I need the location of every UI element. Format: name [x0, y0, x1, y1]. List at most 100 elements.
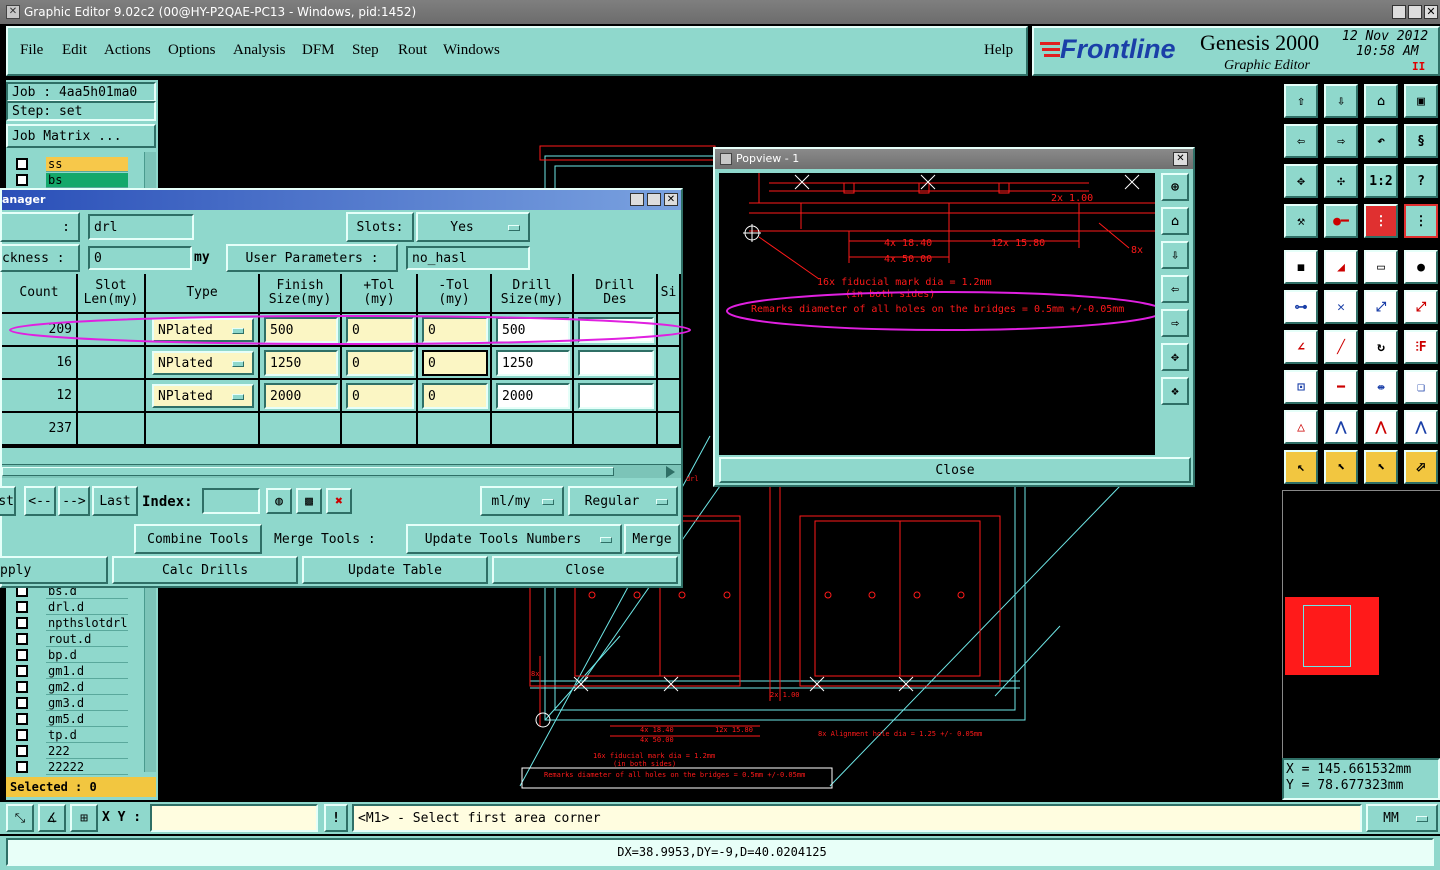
window-titlebar[interactable]: ✕ Graphic Editor 9.02c2 (00@HY-P2QAE-PC1… — [0, 0, 1440, 24]
user-parameters-button[interactable]: User Parameters : — [226, 244, 398, 272]
redraw-icon[interactable]: § — [1404, 124, 1438, 158]
pan-right-icon[interactable]: ⇨ — [1161, 309, 1189, 337]
window-icon[interactable]: ▣ — [1404, 84, 1438, 118]
user-parameters-field[interactable]: no_hasl — [406, 246, 530, 270]
manager-titlebar[interactable]: anager ✕ — [2, 190, 681, 210]
snap-red-icon[interactable]: ⋮ — [1364, 204, 1398, 238]
popview-canvas[interactable]: 4x 18.40 12x 15.80 4x 50.00 2x 1.00 8x 1… — [719, 173, 1155, 455]
move-right-icon[interactable]: ⇨ — [1324, 124, 1358, 158]
units-dropdown[interactable]: ml/my — [480, 486, 564, 516]
index-field[interactable] — [202, 488, 260, 514]
undo-view-icon[interactable]: ↶ — [1364, 124, 1398, 158]
help-icon[interactable]: ? — [1404, 164, 1438, 198]
select-net-icon[interactable]: ⬀ — [1404, 450, 1438, 484]
popview-close-button[interactable]: Close — [719, 457, 1191, 483]
plus-tol-input[interactable]: 0 — [346, 383, 414, 409]
line-icon[interactable]: ◢ — [1324, 250, 1358, 284]
net-icon[interactable]: ⊶ — [1284, 290, 1318, 324]
dimension-icon[interactable]: ⇹ — [1364, 370, 1398, 404]
connect-red-icon[interactable]: ⤢ — [1404, 290, 1438, 324]
menu-step[interactable]: Step — [352, 42, 379, 59]
layer-name-field[interactable]: drl — [88, 214, 194, 240]
menu-actions[interactable]: Actions — [104, 42, 151, 59]
minimize-icon[interactable] — [630, 193, 644, 206]
combine-tools-button[interactable]: Combine Tools — [134, 524, 262, 554]
fill-icon[interactable]: ⫶F — [1404, 330, 1438, 364]
move-left-icon[interactable]: ⇦ — [1284, 124, 1318, 158]
menu-dfm[interactable]: DFM — [302, 42, 335, 59]
drill-des-input[interactable] — [578, 383, 654, 409]
snap-white-icon[interactable]: ⋮ — [1404, 204, 1438, 238]
menu-options[interactable]: Options — [168, 42, 216, 59]
drill-size-input[interactable]: 2000 — [496, 383, 570, 409]
table-horizontal-scrollbar[interactable] — [2, 464, 681, 478]
probe-icon[interactable]: ●━ — [1324, 204, 1358, 238]
drill-size-input[interactable]: 1250 — [496, 350, 570, 376]
dot-icon[interactable]: ● — [1404, 250, 1438, 284]
select-add-icon[interactable]: ⬉ — [1364, 450, 1398, 484]
minus-tol-input[interactable]: 0 — [422, 350, 488, 376]
move-down-icon[interactable]: ⇩ — [1324, 84, 1358, 118]
draw-line-icon[interactable]: ⤡ — [6, 804, 34, 832]
units-selector[interactable]: MM — [1366, 804, 1438, 832]
maximize-icon[interactable] — [647, 193, 661, 206]
select-box-icon[interactable]: ⬉ — [1324, 450, 1358, 484]
minus-tol-input[interactable]: 0 — [422, 383, 488, 409]
scale-icon[interactable]: 1:2 — [1364, 164, 1398, 198]
select-icon[interactable]: ↖ — [1284, 450, 1318, 484]
slots-dropdown[interactable]: Yes — [416, 212, 530, 242]
menu-file[interactable]: File — [20, 42, 43, 59]
menu-edit[interactable]: Edit — [62, 42, 87, 59]
zoom-center-icon[interactable]: ✣ — [1324, 164, 1358, 198]
next-button[interactable]: --> — [58, 486, 90, 516]
peak-blue-icon[interactable]: ⋀ — [1404, 410, 1438, 444]
popview-titlebar[interactable]: Popview - 1 ✕ — [715, 149, 1193, 169]
delete-icon[interactable]: ✖ — [326, 488, 352, 514]
zoom-home-icon[interactable]: ⌂ — [1161, 207, 1189, 235]
pan-icon[interactable]: ▩ — [296, 488, 322, 514]
warning-icon[interactable]: ! — [324, 804, 348, 832]
menu-analysis[interactable]: Analysis — [233, 42, 286, 59]
thickness-field[interactable]: 0 — [88, 246, 192, 270]
angle-icon[interactable]: ∠ — [1284, 330, 1318, 364]
pad-icon[interactable]: ◼ — [1284, 250, 1318, 284]
peak-icon[interactable]: ⋀ — [1324, 410, 1358, 444]
pad-move-icon[interactable]: ⊡ — [1284, 370, 1318, 404]
maximize-icon[interactable] — [1408, 5, 1422, 19]
minus-icon[interactable]: ━ — [1324, 370, 1358, 404]
close-button[interactable]: Close — [492, 556, 678, 584]
type-dropdown[interactable]: NPlated — [152, 384, 254, 408]
apply-button[interactable]: pply — [0, 556, 108, 584]
finish-size-input[interactable]: 1250 — [264, 350, 338, 376]
arc-icon[interactable]: ↻ — [1364, 330, 1398, 364]
type-dropdown[interactable]: NPlated — [152, 351, 254, 375]
close-icon[interactable]: ✕ — [1173, 152, 1188, 166]
scroll-thumb[interactable] — [2, 467, 614, 476]
pan-down-icon[interactable]: ⇩ — [1161, 241, 1189, 269]
zoom-icon[interactable]: ◍ — [266, 488, 292, 514]
last-button[interactable]: Last — [92, 486, 138, 516]
cross-icon[interactable]: ✕ — [1324, 290, 1358, 324]
fit-icon[interactable]: ✥ — [1161, 343, 1189, 371]
ruler-icon[interactable]: ▭ — [1364, 250, 1398, 284]
move-up-icon[interactable]: ⇧ — [1284, 84, 1318, 118]
menu-rout[interactable]: Rout — [398, 42, 427, 59]
peak-red-icon[interactable]: ⋀ — [1364, 410, 1398, 444]
drill-des-input[interactable] — [578, 350, 654, 376]
grid-snap-icon[interactable]: ⊞ — [70, 804, 98, 832]
triangle-icon[interactable]: △ — [1284, 410, 1318, 444]
zoom-fit-icon[interactable]: ✥ — [1284, 164, 1318, 198]
xy-input[interactable] — [150, 804, 318, 832]
pause-icon[interactable]: II — [1412, 60, 1425, 73]
menu-windows[interactable]: Windows — [443, 42, 500, 59]
close-icon[interactable]: ✕ — [1424, 5, 1438, 19]
finish-size-input[interactable]: 2000 — [264, 383, 338, 409]
minimize-icon[interactable] — [1392, 5, 1406, 19]
slash-icon[interactable]: ╱ — [1324, 330, 1358, 364]
calc-drills-button[interactable]: Calc Drills — [112, 556, 298, 584]
angle-snap-icon[interactable]: ∡ — [38, 804, 66, 832]
prev-button[interactable]: <-- — [24, 486, 56, 516]
zoom-in-icon[interactable]: ⊕ — [1161, 173, 1189, 201]
center-icon[interactable]: ❖ — [1161, 377, 1189, 405]
group-icon[interactable]: ❏ — [1404, 370, 1438, 404]
